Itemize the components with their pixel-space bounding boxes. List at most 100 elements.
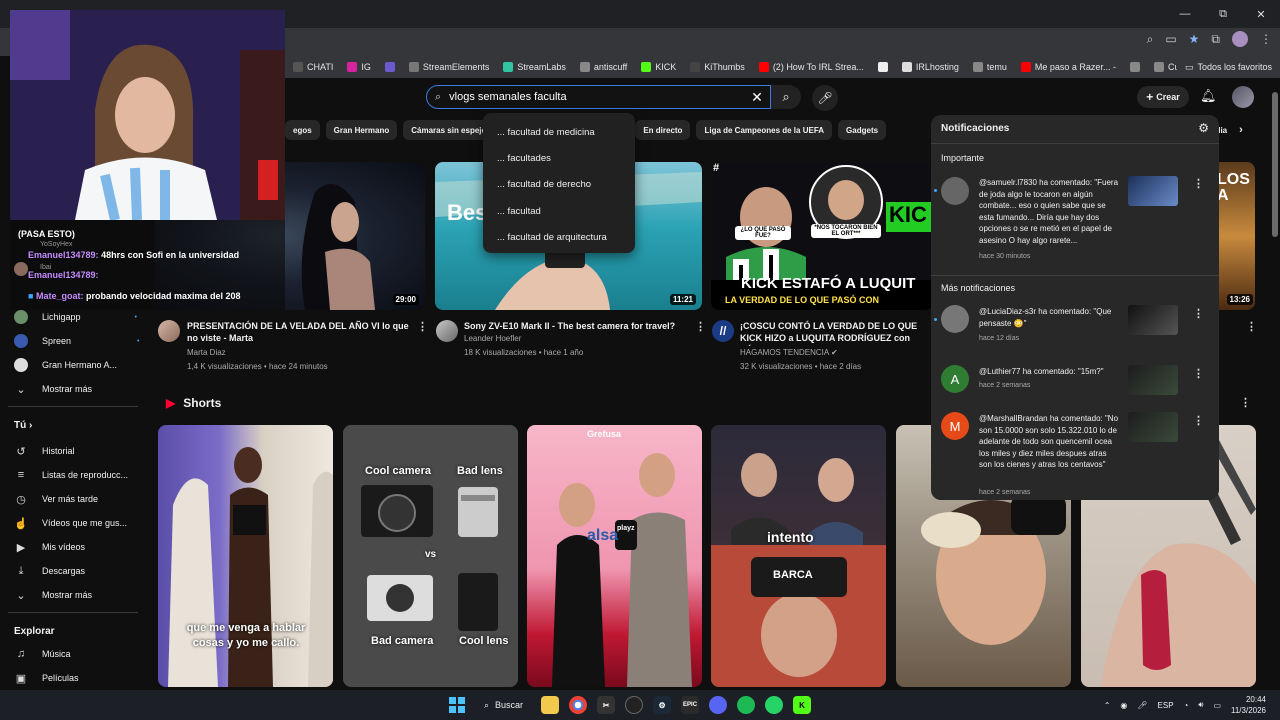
- filter-chip[interactable]: egos: [285, 120, 320, 140]
- suggestion-item[interactable]: ... facultades: [483, 145, 635, 171]
- video-thumbnail[interactable]: LOS A 13:26: [1219, 162, 1255, 310]
- capcut-icon[interactable]: ✂: [597, 696, 616, 714]
- sidebar-item-movies[interactable]: ▣ Películas: [14, 671, 79, 685]
- obs-icon[interactable]: [625, 696, 644, 714]
- filter-chip[interactable]: En directo: [635, 120, 691, 140]
- sidebar-item-sub[interactable]: Gran Hermano A...: [14, 358, 117, 372]
- wifi-icon[interactable]: ◔: [1184, 701, 1189, 710]
- bookmark-item[interactable]: Me paso a Razer... -: [1020, 62, 1116, 72]
- bookmark-item[interactable]: antiscuff: [579, 62, 627, 72]
- zoom-icon[interactable]: ⌕: [1147, 32, 1154, 47]
- show-more-button[interactable]: ⌄ Mostrar más: [14, 588, 92, 602]
- whatsapp-icon[interactable]: [765, 696, 784, 714]
- more-options-icon[interactable]: ⋮: [1193, 307, 1204, 320]
- sidebar-item-sub[interactable]: Lichigapp •: [14, 310, 137, 324]
- bookmark-item[interactable]: KiThumbs: [690, 62, 745, 72]
- clear-search-icon[interactable]: ✕: [748, 88, 766, 106]
- windows-start-icon[interactable]: [448, 696, 466, 714]
- suggestion-item[interactable]: ... facultad de arquitectura: [483, 225, 635, 251]
- voice-search-button[interactable]: 🎤︎: [812, 85, 838, 111]
- notification-item[interactable]: @LuciaDiaz-s3r ha comentado: "Que pensas…: [931, 305, 1219, 351]
- search-button[interactable]: ⌕: [771, 85, 801, 109]
- filter-chip[interactable]: Gran Hermano: [325, 120, 398, 140]
- close-window-button[interactable]: ✕: [1242, 0, 1280, 28]
- bookmark-item[interactable]: StreamLabs: [503, 62, 566, 72]
- more-options-icon[interactable]: ⋮: [1193, 414, 1204, 427]
- channel-avatar[interactable]: [436, 320, 458, 342]
- bookmark-item[interactable]: temu: [972, 62, 1007, 72]
- more-options-icon[interactable]: ⋮: [1246, 320, 1257, 333]
- bookmark-item[interactable]: CHATI: [293, 62, 333, 72]
- sidebar-item-downloads[interactable]: ⤓ Descargas: [14, 564, 85, 578]
- file-explorer-icon[interactable]: [541, 696, 560, 714]
- chrome-icon[interactable]: [569, 696, 588, 714]
- sidebar-item-history[interactable]: ↺ Historial: [14, 444, 74, 458]
- short-card[interactable]: alsa playz Grefusa: [527, 425, 702, 687]
- notification-item[interactable]: M @MarshallBrandan ha comentado: "No son…: [931, 412, 1219, 500]
- more-options-icon[interactable]: ⋮: [695, 320, 706, 333]
- filter-chip[interactable]: Liga de Campeones de la UEFA: [696, 120, 833, 140]
- channel-name[interactable]: Marta Diaz: [187, 348, 226, 357]
- bookmark-item[interactable]: (2) How To IRL Strea...: [758, 62, 864, 72]
- bookmark-item[interactable]: [1129, 62, 1140, 72]
- bookmark-item[interactable]: [877, 62, 888, 72]
- account-avatar[interactable]: [1232, 86, 1254, 108]
- volume-icon[interactable]: 🔊︎: [1198, 700, 1203, 710]
- you-section-heading[interactable]: Tú ›: [14, 420, 32, 431]
- taskbar-search[interactable]: ⌕ Buscar: [476, 694, 531, 716]
- show-more-button[interactable]: ⌄ Mostrar más: [14, 382, 92, 396]
- menu-icon[interactable]: ⋮: [1260, 32, 1272, 46]
- channel-name[interactable]: Leander Hoefler: [464, 334, 521, 343]
- bell-icon[interactable]: 🔔︎: [1200, 88, 1217, 104]
- video-thumbnail[interactable]: ¿LO QUE PASÓ FUE? *NOS TOCARON BIEN EL O…: [711, 162, 933, 310]
- notification-item[interactable]: @samuelr.l7830 ha comentado: "Fuera de j…: [931, 175, 1219, 275]
- cast-icon[interactable]: ▭: [1165, 32, 1176, 46]
- sidebar-item-music[interactable]: ♫ Música: [14, 647, 71, 661]
- suggestion-item[interactable]: ... facultad: [483, 198, 635, 224]
- all-bookmarks-button[interactable]: ▭ Todos los favoritos: [1176, 56, 1272, 78]
- sidebar-item-liked[interactable]: ☝ Vídeos que me gus...: [14, 516, 127, 530]
- more-options-icon[interactable]: ⋮: [1193, 177, 1204, 190]
- short-card[interactable]: intento BARCA: [711, 425, 886, 687]
- chevron-up-icon[interactable]: ⌃: [1104, 701, 1111, 710]
- bookmark-item[interactable]: KICK: [641, 62, 676, 72]
- scrollbar-thumb[interactable]: [1272, 92, 1278, 237]
- spotify-icon[interactable]: [737, 696, 756, 714]
- minimize-button[interactable]: —: [1166, 0, 1204, 28]
- maximize-button[interactable]: ⧉: [1204, 0, 1242, 28]
- star-icon[interactable]: ★: [1189, 32, 1200, 46]
- bookmark-item[interactable]: StreamElements: [408, 62, 489, 72]
- more-options-icon[interactable]: ⋮: [417, 320, 428, 333]
- mic-icon[interactable]: 🎤︎: [1137, 701, 1147, 710]
- clock[interactable]: 20:44 11/3/2026: [1231, 694, 1266, 716]
- more-options-icon[interactable]: ⋮: [1240, 396, 1251, 409]
- sidebar-item-playlists[interactable]: ≡ Listas de reproducc...: [14, 468, 128, 482]
- suggestion-item[interactable]: ... facultad de derecho: [483, 172, 635, 198]
- extensions-icon[interactable]: ⧉: [1211, 32, 1220, 47]
- short-card[interactable]: Cool camera Bad lens vs Bad camera Cool …: [343, 425, 518, 687]
- sidebar-item-my-videos[interactable]: ▶ Mis vídeos: [14, 540, 85, 554]
- channel-avatar[interactable]: //: [712, 320, 734, 342]
- short-card[interactable]: que me venga a hablar cosas y yo me call…: [158, 425, 333, 687]
- suggestion-item[interactable]: ... facultad de medicina: [483, 119, 635, 145]
- kick-icon[interactable]: K: [793, 696, 812, 714]
- notification-item[interactable]: A @Luthier77 ha comentado: "15m?" hace 2…: [931, 365, 1219, 405]
- video-title[interactable]: Sony ZV-E10 Mark II - The best camera fo…: [464, 320, 694, 334]
- channel-avatar[interactable]: [158, 320, 180, 342]
- discord-icon[interactable]: [709, 696, 728, 714]
- battery-icon[interactable]: ▭: [1213, 701, 1221, 710]
- search-box[interactable]: ⌕: [426, 85, 771, 109]
- gear-icon[interactable]: ⚙: [1198, 121, 1209, 135]
- chevron-right-icon[interactable]: ›: [1239, 124, 1243, 136]
- filter-chip[interactable]: Gadgets: [838, 120, 887, 140]
- bookmark-item[interactable]: [384, 62, 395, 72]
- bookmark-item[interactable]: IRLhosting: [901, 62, 959, 72]
- search-input[interactable]: [449, 91, 730, 103]
- epic-games-icon[interactable]: EPIC: [681, 696, 700, 714]
- network-icon[interactable]: ◉: [1120, 701, 1127, 710]
- sidebar-item-sub[interactable]: Spreen •: [14, 334, 139, 348]
- more-options-icon[interactable]: ⋮: [1193, 367, 1204, 380]
- video-title[interactable]: ¡COSCU CONTÓ LA VERDAD DE LO QUE KICK HI…: [740, 320, 932, 346]
- create-button[interactable]: + Crear: [1137, 86, 1189, 108]
- language-indicator[interactable]: ESP: [1158, 701, 1174, 710]
